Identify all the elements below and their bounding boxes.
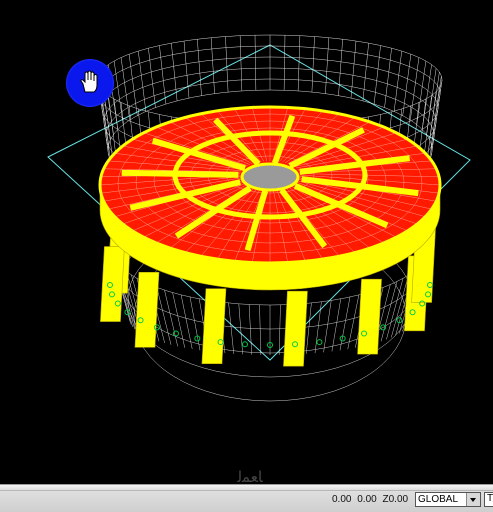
units-select[interactable]: T — [484, 492, 493, 507]
x-coordinate: 0.00 — [332, 494, 352, 505]
hand-icon — [80, 70, 98, 93]
model-3d-view[interactable]: ﺎﻌﻤﻟ — [0, 0, 493, 484]
radial-beam — [121, 169, 239, 178]
coordinate-system-value: GLOBAL — [418, 494, 459, 505]
column — [134, 272, 160, 348]
z-coordinate: Z0.00 — [382, 494, 409, 505]
pan-cursor — [66, 59, 114, 107]
status-bar: 0.00 0.00 Z0.00 GLOBAL T — [0, 484, 493, 512]
watermark: ﺎﻌﻤﻟ — [237, 468, 263, 484]
status-bar-highlight — [0, 485, 493, 491]
coordinate-system-select[interactable]: GLOBAL — [415, 492, 481, 507]
chevron-down-icon[interactable] — [466, 493, 480, 506]
y-coordinate: 0.00 — [357, 494, 377, 505]
column — [201, 288, 227, 364]
column — [357, 278, 382, 355]
column — [283, 290, 308, 367]
coordinate-readout: 0.00 0.00 Z0.00 — [332, 494, 411, 505]
central-core — [240, 162, 300, 192]
